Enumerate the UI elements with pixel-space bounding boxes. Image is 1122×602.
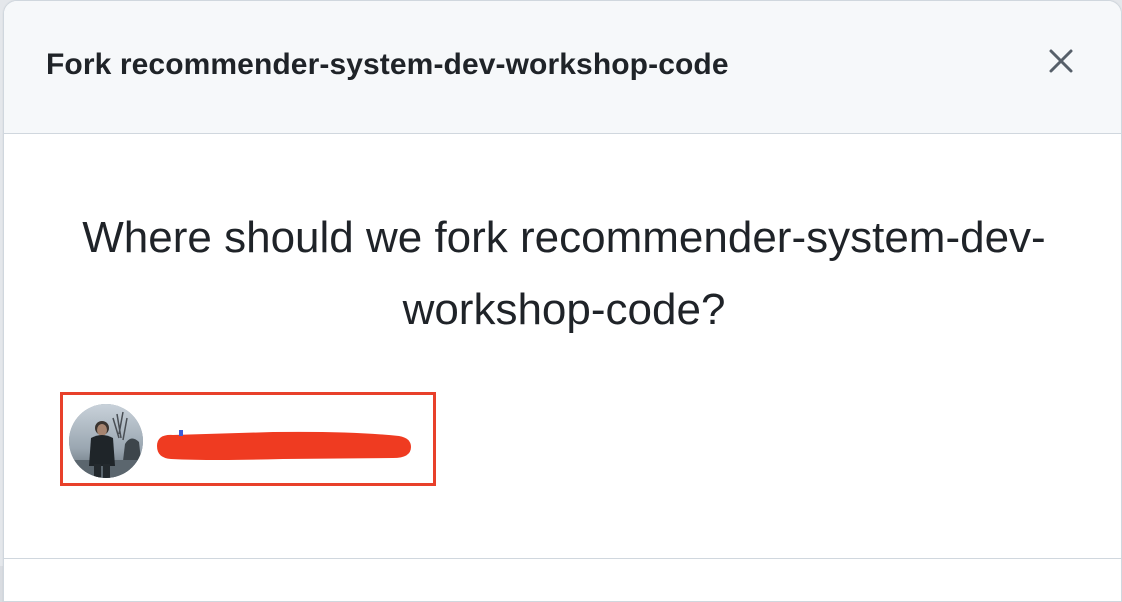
dialog-body: Where should we fork recommender-system-… — [4, 134, 1121, 559]
dialog-title: Fork recommender-system-dev-workshop-cod… — [46, 48, 729, 81]
owner-option-personal-account[interactable] — [60, 392, 436, 486]
close-icon — [1049, 49, 1073, 73]
body-divider — [4, 558, 1121, 559]
redacted-username — [157, 430, 411, 460]
dialog-header: Fork recommender-system-dev-workshop-cod… — [4, 1, 1121, 134]
user-avatar — [69, 404, 143, 478]
close-button[interactable] — [1041, 41, 1081, 81]
fork-dialog: Fork recommender-system-dev-workshop-cod… — [3, 0, 1122, 602]
fork-destination-question: Where should we fork recommender-system-… — [82, 213, 1046, 334]
